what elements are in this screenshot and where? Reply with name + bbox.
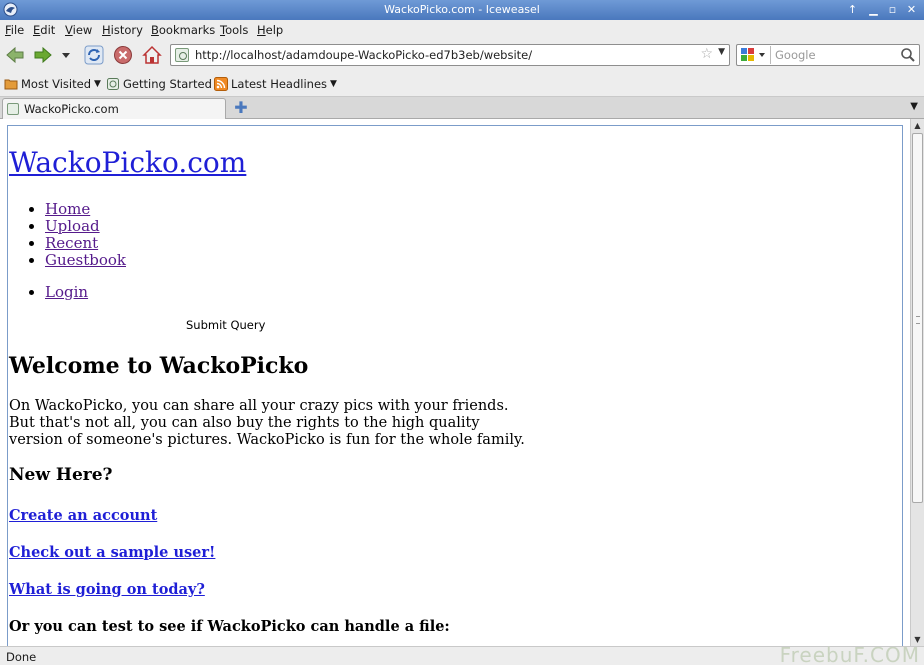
page-focus-border <box>7 125 903 646</box>
nav-item-guestbook: Guestbook <box>45 252 126 269</box>
chevron-down-icon: ▼ <box>94 79 101 89</box>
intro-line: On WackoPicko, you can share all your cr… <box>9 398 509 414</box>
google-engine-icon <box>741 48 765 61</box>
tab-list-chevron-down-icon[interactable]: ▼ <box>910 101 918 112</box>
bookmark-label: Most Visited <box>21 77 91 91</box>
page-icon <box>107 78 119 90</box>
nav-link-guestbook[interactable]: Guestbook <box>45 251 126 269</box>
nav-item-login: Login <box>45 284 88 301</box>
intro-line: version of someone's pictures. WackoPick… <box>9 432 525 448</box>
bookmark-star-icon[interactable]: ☆ <box>700 46 713 62</box>
page-viewport: WackoPicko.com Home Upload Recent Guestb… <box>0 119 910 646</box>
new-tab-button[interactable]: ✚ <box>232 99 250 117</box>
tab-label: WackoPicko.com <box>24 102 119 116</box>
nav-link-recent[interactable]: Recent <box>45 234 98 252</box>
vertical-scrollbar[interactable]: ▲ ▼ <box>910 119 924 646</box>
site-title-link[interactable]: WackoPicko.com <box>9 146 246 179</box>
sample-user-link[interactable]: Check out a sample user! <box>9 544 215 561</box>
user-nav: Login <box>45 284 88 301</box>
scrollbar-grip <box>916 316 920 324</box>
nav-link-home[interactable]: Home <box>45 200 90 218</box>
menu-bar: File Edit View History Bookmarks Tools H… <box>0 20 924 39</box>
menu-view[interactable]: View <box>65 23 92 37</box>
status-bar: Done FreebuF.COM <box>0 643 924 665</box>
menu-file[interactable]: File <box>5 23 24 37</box>
window-up-button[interactable]: ↑ <box>844 2 861 17</box>
nav-link-upload[interactable]: Upload <box>45 217 100 235</box>
intro-paragraph: On WackoPicko, you can share all your cr… <box>9 398 549 449</box>
watermark-text: FreebuF.COM <box>779 643 920 665</box>
menu-edit[interactable]: Edit <box>33 23 55 37</box>
menu-help[interactable]: Help <box>257 23 283 37</box>
nav-item-home: Home <box>45 201 126 218</box>
rss-feed-icon <box>214 77 228 91</box>
menu-bookmarks[interactable]: Bookmarks <box>151 23 215 37</box>
menu-history[interactable]: History <box>102 23 143 37</box>
menu-tools[interactable]: Tools <box>220 23 248 37</box>
site-identity-icon[interactable] <box>175 48 189 62</box>
home-icon[interactable] <box>141 44 163 66</box>
intro-line: But that's not all, you can also buy the… <box>9 415 480 431</box>
url-dropdown-icon[interactable]: ▼ <box>718 47 725 57</box>
folder-icon <box>4 79 18 90</box>
window-close-button[interactable]: ✕ <box>903 2 920 17</box>
window-maximize-button[interactable]: ▫ <box>884 2 901 17</box>
status-text: Done <box>6 650 37 664</box>
bookmark-most-visited[interactable]: Most Visited ▼ <box>4 77 101 91</box>
new-here-heading: New Here? <box>9 465 113 485</box>
create-account-link[interactable]: Create an account <box>9 507 157 524</box>
scroll-up-arrow-icon[interactable]: ▲ <box>911 119 924 132</box>
window-minimize-button[interactable]: ▁ <box>865 2 882 17</box>
page-icon <box>7 103 19 115</box>
search-bar[interactable]: Google <box>736 44 920 66</box>
window-titlebar: WackoPicko.com - Iceweasel ↑ ▁ ▫ ✕ <box>0 0 924 20</box>
submit-query-button[interactable]: Submit Query <box>186 318 265 332</box>
window-title: WackoPicko.com - Iceweasel <box>384 3 540 16</box>
bookmarks-toolbar: Most Visited ▼ Getting Started Latest He… <box>0 72 924 97</box>
navigation-toolbar: http://localhost/adamdoupe-WackoPicko-ed… <box>0 39 924 72</box>
main-nav: Home Upload Recent Guestbook <box>45 201 126 269</box>
nav-item-upload: Upload <box>45 218 126 235</box>
reload-icon[interactable] <box>83 44 105 66</box>
url-bar[interactable]: http://localhost/adamdoupe-WackoPicko-ed… <box>170 44 730 66</box>
login-link[interactable]: Login <box>45 283 88 301</box>
bookmark-getting-started[interactable]: Getting Started <box>106 77 212 91</box>
history-dropdown-icon[interactable] <box>58 44 74 66</box>
scrollbar-thumb[interactable] <box>912 133 923 503</box>
forward-arrow-icon[interactable] <box>32 44 54 66</box>
search-engine-selector[interactable] <box>739 46 771 64</box>
tab-strip: WackoPicko.com ✚ ▼ <box>0 97 924 119</box>
search-icon[interactable] <box>900 47 916 63</box>
welcome-heading: Welcome to WackoPicko <box>9 353 309 379</box>
chevron-down-icon: ▼ <box>330 79 337 89</box>
back-arrow-icon[interactable] <box>4 44 26 66</box>
bookmark-label: Latest Headlines <box>231 77 328 91</box>
url-text[interactable]: http://localhost/adamdoupe-WackoPicko-ed… <box>195 48 532 62</box>
nav-item-recent: Recent <box>45 235 126 252</box>
tab-wackopicko[interactable]: WackoPicko.com <box>2 98 226 119</box>
bookmark-latest-headlines[interactable]: Latest Headlines ▼ <box>214 77 337 91</box>
going-on-today-link[interactable]: What is going on today? <box>9 581 205 598</box>
bookmark-label: Getting Started <box>123 77 212 91</box>
search-input[interactable]: Google <box>775 48 816 62</box>
stop-icon[interactable] <box>112 44 134 66</box>
file-test-heading: Or you can test to see if WackoPicko can… <box>9 618 450 635</box>
